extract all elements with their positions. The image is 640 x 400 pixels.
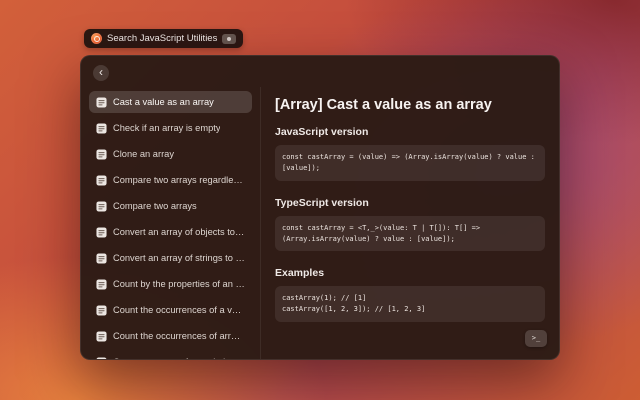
list-item-label: Clone an array — [113, 149, 174, 159]
document-icon — [96, 149, 107, 160]
extension-icon — [91, 33, 102, 44]
list-item-label: Count the occurrences of array... — [113, 331, 245, 341]
list-item[interactable]: Convert an array of strings to n... — [89, 247, 252, 269]
document-icon — [96, 201, 107, 212]
list-item[interactable]: Compare two arrays regardless... — [89, 169, 252, 191]
list-item[interactable]: Count the occurrences of array... — [89, 325, 252, 347]
badge-icon — [222, 34, 236, 44]
detail-title: [Array] Cast a value as an array — [275, 97, 545, 113]
document-icon — [96, 357, 107, 360]
list-item[interactable]: Create an array of cumulative... — [89, 351, 252, 359]
window-content: Cast a value as an array Check if an arr… — [81, 87, 559, 359]
document-icon — [96, 97, 107, 108]
search-pill[interactable]: Search JavaScript Utilities — [84, 29, 243, 48]
app-window: ‹ Cast a value as an array Check if an a… — [80, 55, 560, 360]
code-block: const castArray = (value) => (Array.isAr… — [275, 145, 545, 181]
list-item-label: Count the occurrences of a val... — [113, 305, 245, 315]
document-icon — [96, 305, 107, 316]
list-item[interactable]: Count by the properties of an a... — [89, 273, 252, 295]
list-item-label: Convert an array of objects to a... — [113, 227, 245, 237]
list-item-label: Create an array of cumulative... — [113, 357, 243, 359]
document-icon — [96, 175, 107, 186]
section-heading: Examples — [275, 267, 545, 279]
document-icon — [96, 279, 107, 290]
document-icon — [96, 331, 107, 342]
detail-pane: [Array] Cast a value as an array JavaScr… — [261, 87, 559, 359]
list-item-label: Cast a value as an array — [113, 97, 214, 107]
document-icon — [96, 123, 107, 134]
list-item-label: Compare two arrays regardless... — [113, 175, 245, 185]
list-item[interactable]: Cast a value as an array — [89, 91, 252, 113]
terminal-button[interactable]: >_ — [525, 330, 547, 347]
document-icon — [96, 253, 107, 264]
section-heading: TypeScript version — [275, 197, 545, 209]
code-block: castArray(1); // [1] castArray([1, 2, 3]… — [275, 286, 545, 322]
list-item-label: Compare two arrays — [113, 201, 197, 211]
section-typescript: TypeScript version const castArray = <T,… — [275, 197, 545, 252]
list-item[interactable]: Convert an array of objects to a... — [89, 221, 252, 243]
search-pill-label: Search JavaScript Utilities — [107, 29, 217, 48]
snippet-list: Cast a value as an array Check if an arr… — [81, 87, 261, 359]
section-javascript: JavaScript version const castArray = (va… — [275, 126, 545, 181]
back-button[interactable]: ‹ — [93, 65, 109, 81]
section-examples: Examples castArray(1); // [1] castArray(… — [275, 267, 545, 322]
list-item-label: Convert an array of strings to n... — [113, 253, 245, 263]
section-heading: JavaScript version — [275, 126, 545, 138]
list-item-label: Check if an array is empty — [113, 123, 220, 133]
code-block: const castArray = <T,_>(value: T | T[]):… — [275, 216, 545, 252]
list-item[interactable]: Compare two arrays — [89, 195, 252, 217]
list-item-label: Count by the properties of an a... — [113, 279, 245, 289]
document-icon — [96, 227, 107, 238]
list-item[interactable]: Clone an array — [89, 143, 252, 165]
list-item[interactable]: Count the occurrences of a val... — [89, 299, 252, 321]
list-item[interactable]: Check if an array is empty — [89, 117, 252, 139]
